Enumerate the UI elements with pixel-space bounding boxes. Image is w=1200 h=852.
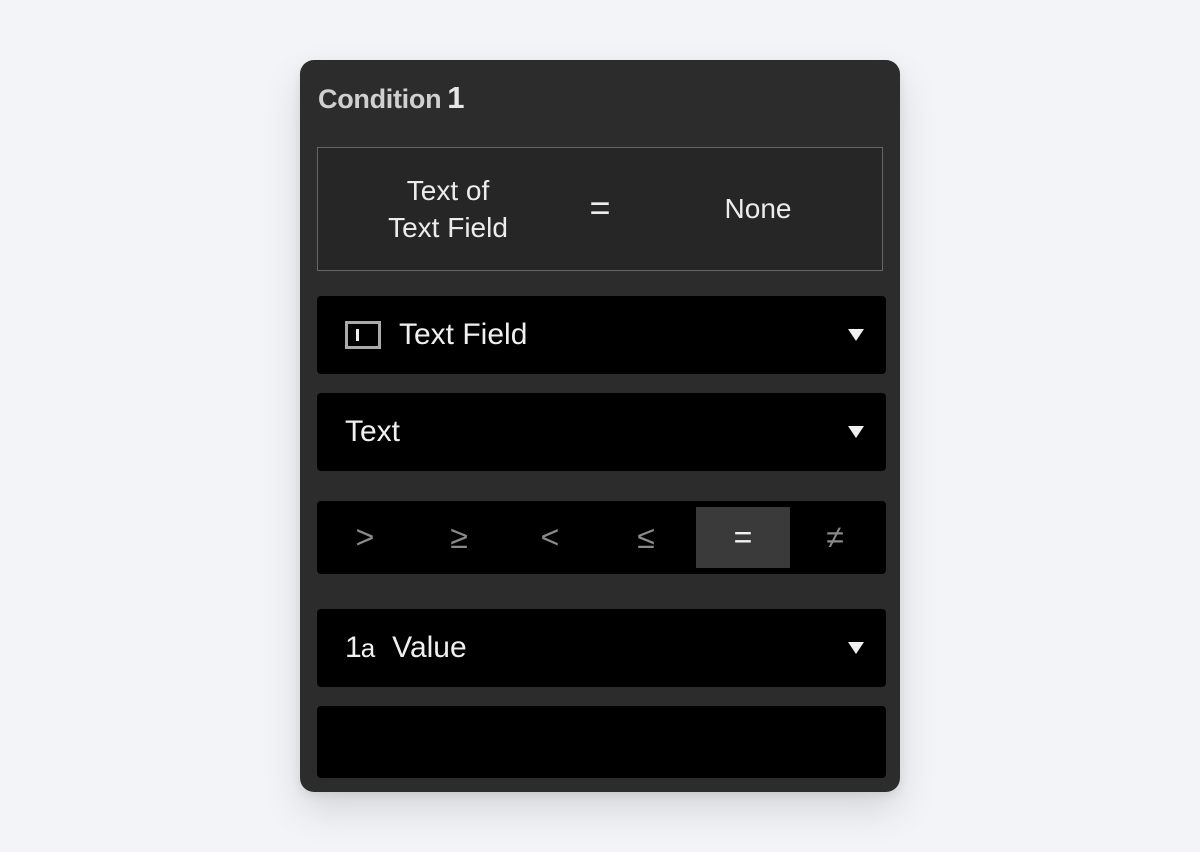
operator-selector: > ≥ < ≤ = ≠ <box>317 501 886 574</box>
operator-equal[interactable]: = <box>696 507 790 568</box>
value-type-icon-main: 1 <box>345 631 362 664</box>
value-type-icon: 1a <box>345 631 376 665</box>
property-dropdown-label: Text <box>345 415 401 448</box>
summary-left-line2: Text Field <box>388 212 508 243</box>
source-dropdown-label: Text Field <box>399 318 528 351</box>
condition-summary: Text of Text Field = None <box>317 147 883 271</box>
operator-greater-than[interactable]: > <box>318 507 412 568</box>
operator-less-than[interactable]: < <box>503 507 597 568</box>
operator-less-or-equal[interactable]: ≤ <box>599 507 693 568</box>
value-type-dropdown[interactable]: 1a Value <box>317 609 886 687</box>
chevron-down-icon <box>848 329 864 341</box>
value-input[interactable] <box>317 706 886 778</box>
condition-title-label: Condition <box>318 84 442 114</box>
text-field-icon <box>345 321 381 349</box>
condition-title: Condition 1 <box>318 80 465 120</box>
summary-left-operand: Text of Text Field <box>348 172 548 246</box>
property-dropdown[interactable]: Text <box>317 393 886 471</box>
summary-operator: = <box>589 187 611 228</box>
summary-right-operand: None <box>724 193 792 224</box>
condition-panel: Condition 1 Text of Text Field = None Te… <box>300 60 900 792</box>
chevron-down-icon <box>848 642 864 654</box>
operator-not-equal[interactable]: ≠ <box>788 507 882 568</box>
value-type-icon-sub: a <box>360 633 376 663</box>
operator-greater-or-equal[interactable]: ≥ <box>412 507 506 568</box>
value-type-dropdown-label: Value <box>392 631 467 664</box>
source-dropdown[interactable]: Text Field <box>317 296 886 374</box>
condition-number: 1 <box>447 80 465 115</box>
chevron-down-icon <box>848 426 864 438</box>
summary-left-line1: Text of <box>406 175 490 206</box>
